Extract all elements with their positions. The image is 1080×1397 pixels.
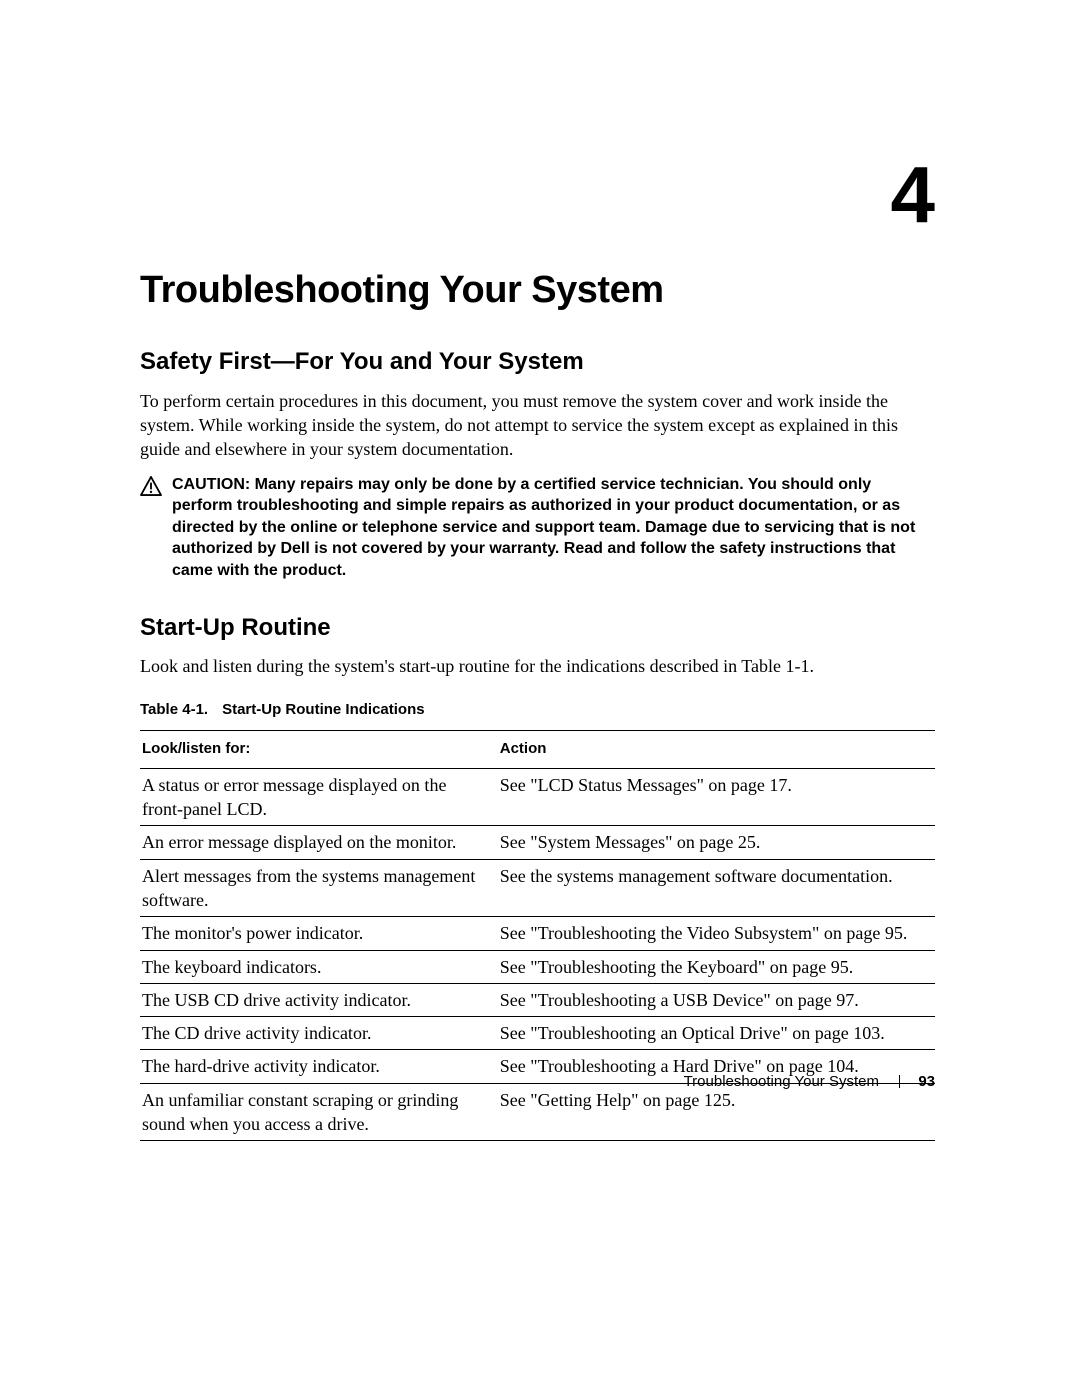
table-caption-title: Start-Up Routine Indications — [222, 701, 425, 718]
table-row: The monitor's power indicator. See "Trou… — [140, 917, 935, 950]
cell-action: See "Troubleshooting the Video Subsystem… — [498, 917, 935, 950]
section-startup-title: Start-Up Routine — [140, 612, 935, 644]
cell-look: The CD drive activity indicator. — [140, 1017, 498, 1050]
caution-block: CAUTION: Many repairs may only be done b… — [140, 474, 935, 582]
table-row: A status or error message displayed on t… — [140, 768, 935, 826]
cell-action: See "Troubleshooting a USB Device" on pa… — [498, 983, 935, 1016]
footer-section-label: Troubleshooting Your System — [684, 1073, 879, 1090]
page-footer: Troubleshooting Your System 93 — [684, 1072, 935, 1092]
startup-body-text: Look and listen during the system's star… — [140, 654, 935, 678]
caution-triangle-icon — [140, 476, 162, 496]
cell-look: Alert messages from the systems manageme… — [140, 859, 498, 917]
cell-look: The hard-drive activity indicator. — [140, 1050, 498, 1083]
safety-body-text: To perform certain procedures in this do… — [140, 389, 935, 462]
cell-action: See the systems management software docu… — [498, 859, 935, 917]
page-container: 4 Troubleshooting Your System Safety Fir… — [0, 0, 1080, 1397]
cell-look: The USB CD drive activity indicator. — [140, 983, 498, 1016]
table-row: The CD drive activity indicator. See "Tr… — [140, 1017, 935, 1050]
table-row: An error message displayed on the monito… — [140, 826, 935, 859]
chapter-title: Troubleshooting Your System — [140, 265, 935, 316]
cell-action: See "LCD Status Messages" on page 17. — [498, 768, 935, 826]
caution-body: Many repairs may only be done by a certi… — [172, 476, 915, 579]
table-row: Alert messages from the systems manageme… — [140, 859, 935, 917]
footer-separator-icon — [899, 1075, 900, 1088]
cell-action: See "System Messages" on page 25. — [498, 826, 935, 859]
cell-look: The monitor's power indicator. — [140, 917, 498, 950]
header-action: Action — [498, 731, 935, 768]
table-row: The USB CD drive activity indicator. See… — [140, 983, 935, 1016]
section-safety-title: Safety First—For You and Your System — [140, 346, 935, 378]
header-look: Look/listen for: — [140, 731, 498, 768]
cell-action: See "Troubleshooting an Optical Drive" o… — [498, 1017, 935, 1050]
cell-look: The keyboard indicators. — [140, 950, 498, 983]
caution-text: CAUTION: Many repairs may only be done b… — [172, 474, 935, 582]
cell-look: A status or error message displayed on t… — [140, 768, 498, 826]
chapter-number: 4 — [891, 155, 936, 235]
cell-action: See "Troubleshooting the Keyboard" on pa… — [498, 950, 935, 983]
footer-page-number: 93 — [918, 1073, 935, 1090]
cell-look: An unfamiliar constant scraping or grind… — [140, 1083, 498, 1141]
table-caption: Table 4-1. Start-Up Routine Indications — [140, 700, 935, 720]
cell-look: An error message displayed on the monito… — [140, 826, 498, 859]
table-caption-prefix: Table 4-1. — [140, 701, 208, 718]
table-row: The keyboard indicators. See "Troublesho… — [140, 950, 935, 983]
table-header-row: Look/listen for: Action — [140, 731, 935, 768]
caution-label: CAUTION: — [172, 476, 250, 493]
